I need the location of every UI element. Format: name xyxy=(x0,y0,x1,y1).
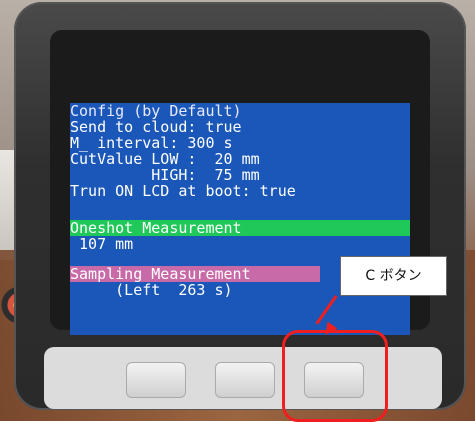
oneshot-value: 107 mm xyxy=(70,235,134,253)
lcd-boot-line: Trun ON LCD at boot: true xyxy=(70,182,296,200)
cut-high-line: HIGH: 75 mm xyxy=(70,166,260,184)
lcd-screen: Config (by Default) Send to cloud: true … xyxy=(70,103,410,335)
send-to-cloud-line: Send to cloud: true xyxy=(70,118,242,136)
c-button-highlight xyxy=(282,330,388,422)
cut-low-line: CutValue LOW : 20 mm xyxy=(70,150,260,168)
button-b[interactable] xyxy=(215,362,275,398)
interval-line: M_ interval: 300 s xyxy=(70,134,233,152)
sampling-bar: Sampling Measurement xyxy=(70,266,320,282)
button-a[interactable] xyxy=(126,362,186,398)
oneshot-label: Oneshot Measurement xyxy=(70,219,242,237)
config-title: Config (by Default) xyxy=(70,103,242,120)
c-button-callout: C ボタン xyxy=(340,256,447,296)
oneshot-bar: Oneshot Measurement xyxy=(70,220,410,236)
